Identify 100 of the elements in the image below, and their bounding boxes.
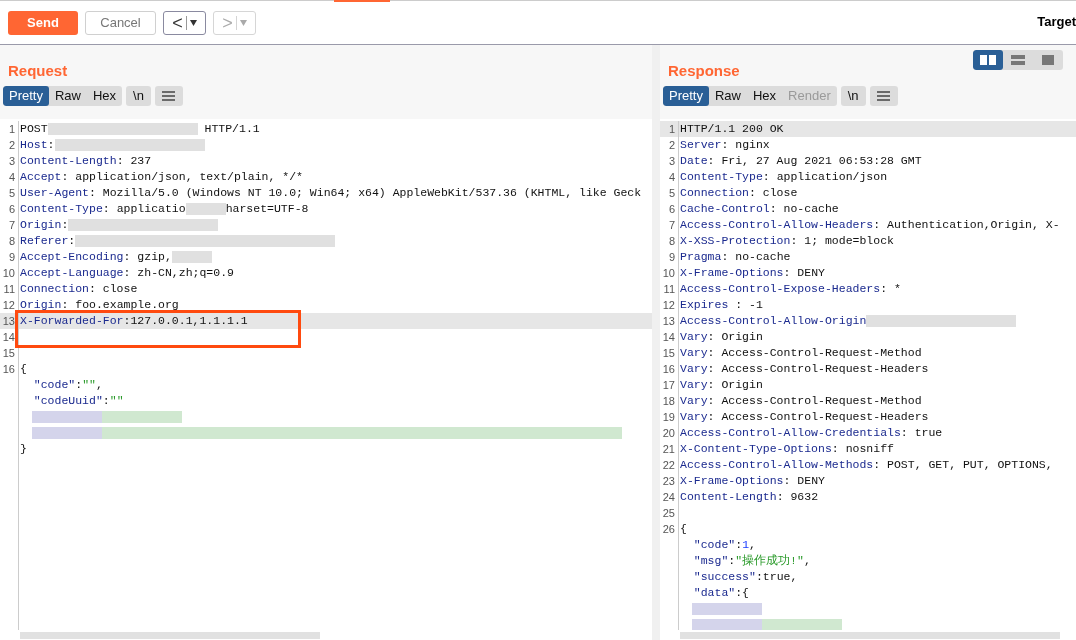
code-text: X-XSS-Protection (680, 233, 791, 250)
code-text: : Fri, 27 Aug 2021 06:53:28 GMT (707, 153, 922, 170)
back-button[interactable]: < (163, 10, 206, 35)
view-tab[interactable]: Hex (747, 86, 783, 106)
code-text: : close (89, 281, 138, 298)
code-text: : DENY (783, 473, 825, 490)
line-number: 7 (668, 218, 675, 231)
code-text: "" (109, 393, 124, 410)
view-tab[interactable]: Raw (48, 86, 87, 106)
code-text: , (749, 537, 756, 554)
code-text: Access-Control-Allow-Credentials (680, 425, 901, 442)
code-text: : foo.example.org (61, 297, 179, 314)
code-text: "data" (692, 585, 736, 602)
code-text: : close (749, 185, 798, 202)
code-text: : (728, 553, 736, 570)
code-text: X-Content-Type-Options (680, 441, 832, 458)
code-text: , (803, 553, 811, 570)
code-text: Vary (680, 377, 708, 394)
code-text: : (735, 537, 743, 554)
code-text: : Access-Control-Request-Method (707, 345, 922, 362)
line-number: 11 (3, 282, 15, 295)
view-tab[interactable]: Pretty (3, 86, 49, 106)
cancel-button[interactable]: Cancel (85, 10, 156, 35)
code-text: Expires (680, 297, 729, 314)
code-text: : gzip, (123, 249, 172, 266)
line-number: 15 (662, 346, 675, 359)
line-number: 1 (668, 122, 675, 135)
view-tab[interactable]: Raw (708, 86, 747, 106)
line-number: 4 (8, 170, 15, 183)
code-text: : (68, 233, 76, 250)
code-text: Vary (680, 393, 708, 410)
line-number: 3 (8, 154, 15, 167)
code-text: "msg" (692, 553, 729, 570)
view-tab[interactable]: Hex (87, 86, 123, 106)
line-number: 3 (668, 154, 675, 167)
line-number: 16 (2, 362, 15, 375)
code-text: Origin (20, 297, 62, 314)
code-text: Vary (680, 409, 708, 426)
line-number: 13 (2, 314, 15, 327)
line-number: 17 (662, 378, 675, 391)
line-number: 6 (8, 202, 15, 215)
pane-title: Request (8, 61, 68, 81)
code-text: Content-Length (20, 153, 117, 170)
line-number: 14 (662, 330, 675, 343)
redacted-block (692, 603, 762, 615)
menu-button[interactable] (154, 86, 183, 106)
redacted-block (32, 411, 102, 423)
code-text: : application/json (762, 169, 888, 186)
code-text: : POST, GET, PUT, OPTIONS, (873, 457, 1053, 474)
line-number: 1 (8, 122, 15, 135)
code-text: "success" (692, 569, 756, 586)
line-number: 12 (2, 298, 15, 311)
code-text: "code" (32, 377, 76, 394)
line-number: 9 (8, 250, 15, 263)
code-text: { (680, 521, 687, 538)
code-text: Vary (680, 345, 708, 362)
code-text: Access-Control-Allow-Methods (680, 457, 874, 474)
line-number: 7 (8, 218, 15, 231)
code-text: : application/json, text/plain, */* (61, 169, 303, 186)
code-text: } (20, 441, 27, 458)
newline-toggle[interactable]: \n (126, 86, 151, 106)
code-text: : nginx (721, 137, 770, 154)
code-text: :{ (735, 585, 750, 602)
code-text: : 9632 (776, 489, 819, 506)
scrollbar[interactable] (680, 631, 1060, 639)
code-text: 1 (742, 537, 750, 554)
code-text: , (95, 377, 103, 394)
newline-toggle[interactable]: \n (840, 86, 866, 106)
line-number: 6 (668, 202, 675, 215)
view-tab[interactable]: Pretty (663, 86, 709, 106)
layout-toggle[interactable] (973, 50, 1003, 70)
line-number: 2 (668, 138, 675, 151)
code-text: User-Agent (20, 185, 89, 202)
line-number: 2 (8, 138, 15, 151)
code-text: : (102, 393, 110, 410)
line-number: 24 (662, 490, 675, 503)
line-number: 15 (2, 346, 15, 359)
line-number: 20 (662, 426, 675, 439)
redacted-block (185, 203, 226, 215)
code-text: : Mozilla/5.0 (Windows NT 10.0; Win64; x64) AppleWebKit/537.36 (KHTML, like Geck (89, 185, 642, 202)
code-text: POST (20, 121, 48, 138)
line-number: 5 (8, 186, 15, 199)
code-text: Connection (680, 185, 749, 202)
code-text: : applicatio (102, 201, 186, 218)
code-text: : Access-Control-Request-Headers (707, 409, 929, 426)
line-number: 16 (662, 362, 675, 375)
code-text: Host (20, 137, 48, 154)
code-text: : Origin (707, 377, 763, 394)
line-number: 25 (662, 506, 675, 519)
code-text: "code" (692, 537, 736, 554)
scrollbar[interactable] (20, 631, 320, 639)
menu-button[interactable] (869, 86, 898, 106)
code-text: Referer (20, 233, 69, 250)
code-text: : no-cache (769, 201, 839, 218)
pane-title: Response (668, 61, 740, 81)
code-text: :127.0.0.1,1.1.1.1 (123, 313, 248, 330)
code-text: Accept (20, 169, 62, 186)
line-number: 18 (662, 394, 675, 407)
code-text: : Access-Control-Request-Headers (707, 361, 929, 378)
line-number: 22 (662, 458, 675, 471)
